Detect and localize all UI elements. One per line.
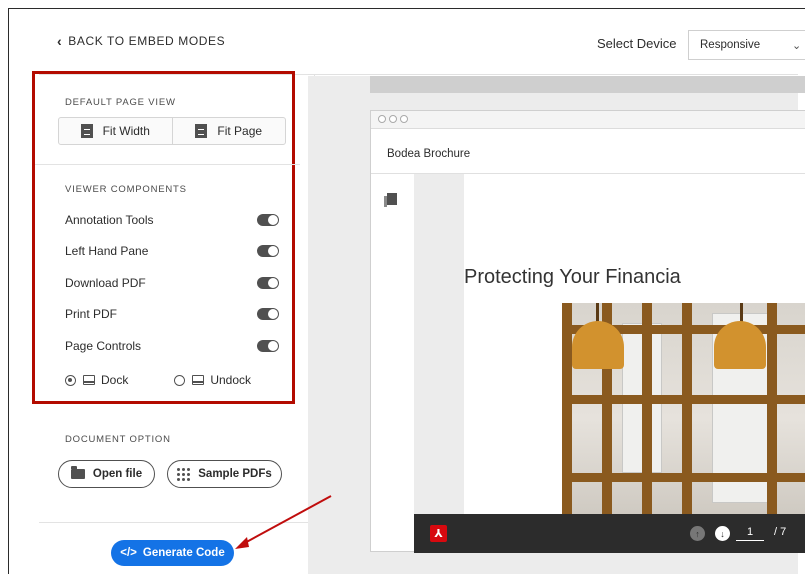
acrobat-logo-icon: ⅄ xyxy=(430,525,447,542)
page-controls-toggle[interactable] xyxy=(257,340,279,352)
annotation-tools-row: Annotation Tools xyxy=(65,211,279,229)
open-file-label: Open file xyxy=(92,468,143,480)
left-hand-pane-row: Left Hand Pane xyxy=(65,242,279,260)
chevron-down-icon: ⌄ xyxy=(792,40,802,52)
undock-radio[interactable] xyxy=(174,374,186,386)
fit-page-icon xyxy=(195,124,208,138)
divider xyxy=(39,522,315,523)
code-icon: </> xyxy=(120,547,137,559)
viewer-titlebar xyxy=(371,111,805,129)
settings-panel: ‹ BACK TO EMBED MODES DEFAULT PAGE VIEW … xyxy=(9,9,315,574)
download-pdf-label: Download PDF xyxy=(65,276,146,290)
preview-strip xyxy=(370,76,805,93)
generate-code-label: Generate Code xyxy=(142,547,225,559)
undock-icon xyxy=(192,375,205,385)
app-frame: ‹ BACK TO EMBED MODES DEFAULT PAGE VIEW … xyxy=(8,8,805,574)
page-total: / 7 xyxy=(774,526,787,538)
divider xyxy=(35,164,300,165)
pdf-viewer: Bodea Brochure Protecting Your Financia … xyxy=(370,110,805,553)
document-title: Bodea Brochure xyxy=(387,148,471,160)
download-pdf-row: Download PDF xyxy=(65,274,279,292)
device-select-value: Responsive xyxy=(700,39,761,51)
dock-label: Dock xyxy=(101,373,129,387)
viewer-components-heading: VIEWER COMPONENTS xyxy=(65,184,187,195)
back-link-label: BACK TO EMBED MODES xyxy=(68,34,226,48)
viewer-page-controls: ⅄ ↑ ↓ 1 / 7 xyxy=(414,514,805,553)
default-page-view-heading: DEFAULT PAGE VIEW xyxy=(65,97,176,108)
pages-icon[interactable] xyxy=(384,193,397,207)
print-pdf-toggle[interactable] xyxy=(257,308,279,320)
fit-width-button[interactable]: Fit Width xyxy=(59,118,173,144)
brochure-photo xyxy=(562,303,805,514)
page-number-input[interactable]: 1 xyxy=(736,526,764,541)
device-select[interactable]: Responsive ⌄ xyxy=(688,30,805,60)
left-hand-pane-toggle[interactable] xyxy=(257,245,279,257)
fit-page-button[interactable]: Fit Page xyxy=(173,118,286,144)
sample-pdfs-button[interactable]: Sample PDFs xyxy=(167,460,282,488)
document-option-heading: DOCUMENT OPTION xyxy=(65,434,171,445)
undock-label: Undock xyxy=(210,373,252,387)
select-device-label: Select Device xyxy=(597,36,677,51)
fit-width-label: Fit Width xyxy=(102,124,150,138)
sample-pdfs-label: Sample PDFs xyxy=(198,468,272,480)
window-frame xyxy=(562,303,572,514)
print-pdf-row: Print PDF xyxy=(65,305,279,323)
fit-width-icon xyxy=(80,124,93,138)
pendant-lamp xyxy=(572,321,624,369)
print-pdf-label: Print PDF xyxy=(65,307,118,321)
generate-code-button[interactable]: </> Generate Code xyxy=(111,540,234,566)
window-dot-icon[interactable] xyxy=(389,115,397,123)
left-hand-pane-label: Left Hand Pane xyxy=(65,244,149,258)
download-pdf-toggle[interactable] xyxy=(257,277,279,289)
fit-page-label: Fit Page xyxy=(217,124,263,138)
next-page-icon[interactable]: ↓ xyxy=(715,526,730,541)
previous-page-icon[interactable]: ↑ xyxy=(690,526,705,541)
window-frame xyxy=(767,303,777,514)
dock-radio[interactable] xyxy=(65,374,76,386)
back-link[interactable]: ‹ BACK TO EMBED MODES xyxy=(57,33,225,49)
lamp-cord xyxy=(596,303,599,323)
window-controls xyxy=(378,115,408,123)
dock-radio-group: Dock Undock xyxy=(65,373,251,387)
page-heading: Protecting Your Financia xyxy=(464,266,681,288)
annotation-tools-label: Annotation Tools xyxy=(65,213,154,227)
page-view-segmented-control: Fit Width Fit Page xyxy=(58,117,286,145)
page-controls-row: Page Controls xyxy=(65,337,279,355)
window-dot-icon[interactable] xyxy=(400,115,408,123)
dock-icon xyxy=(83,375,95,385)
window-dot-icon[interactable] xyxy=(378,115,386,123)
folder-icon xyxy=(70,466,85,479)
grid-icon xyxy=(177,467,191,481)
window-frame xyxy=(682,303,692,514)
annotation-tools-toggle[interactable] xyxy=(257,214,279,226)
lamp-cord xyxy=(740,303,743,323)
page-controls-label: Page Controls xyxy=(65,339,142,353)
page-gutter xyxy=(414,174,464,514)
window-frame xyxy=(642,303,652,514)
pendant-lamp xyxy=(714,321,766,369)
open-file-button[interactable]: Open file xyxy=(58,460,155,488)
chevron-left-icon: ‹ xyxy=(57,33,63,49)
